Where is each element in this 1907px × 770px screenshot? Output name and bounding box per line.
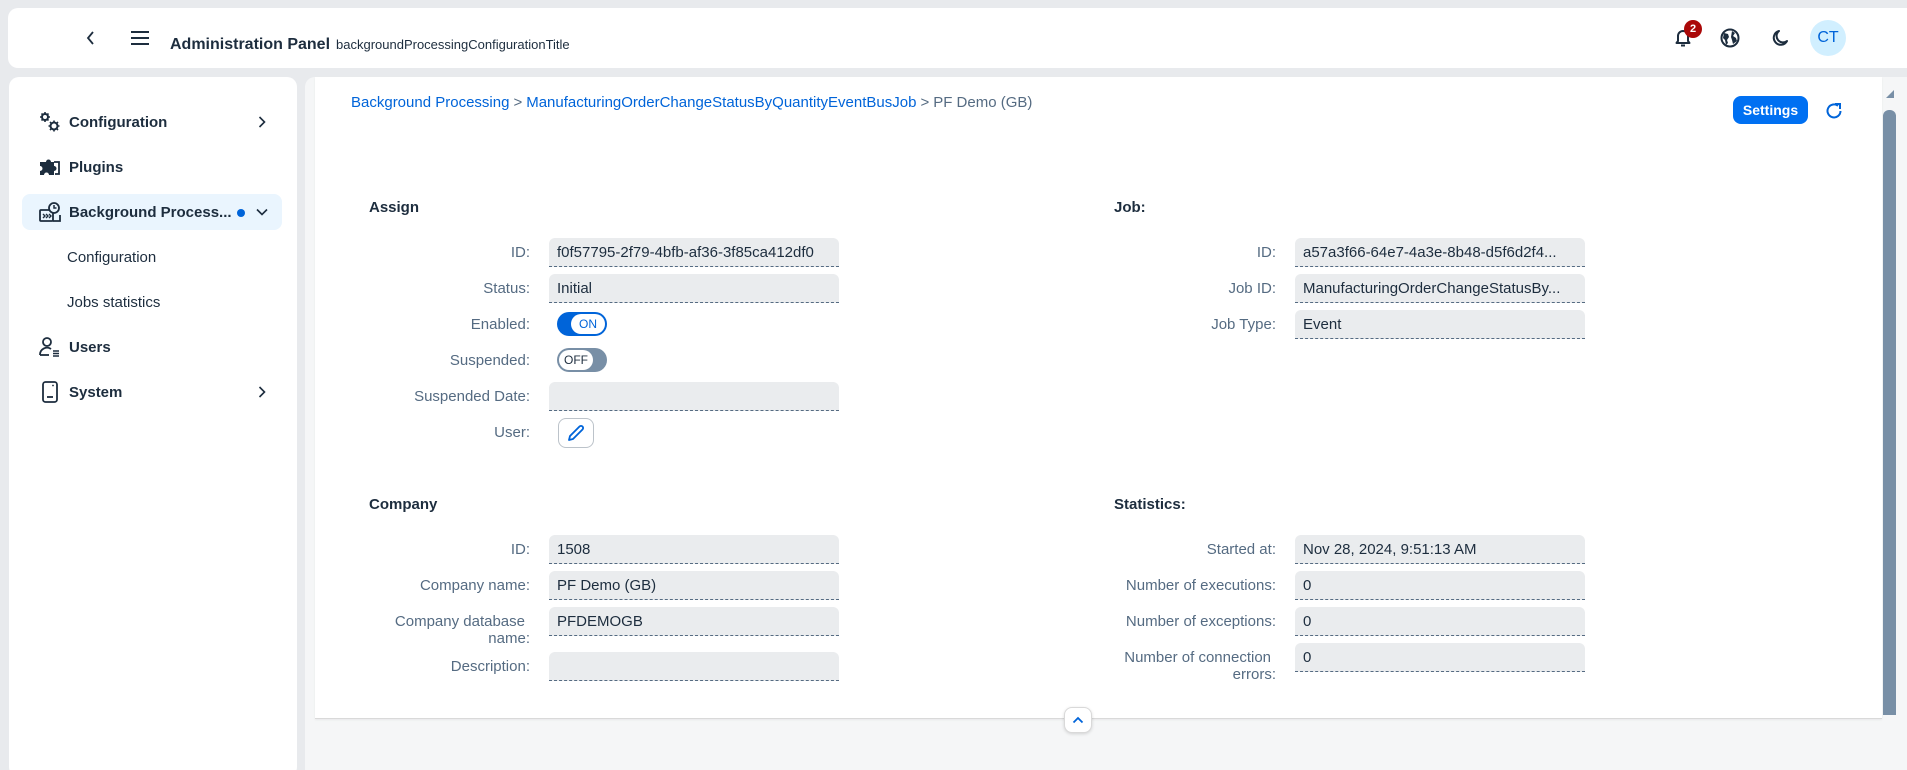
started-at-field[interactable]: Nov 28, 2024, 9:51:13 AM: [1295, 535, 1585, 564]
device-icon: [38, 380, 62, 404]
sidebar-subitem-configuration[interactable]: Configuration: [22, 239, 282, 275]
refresh-icon: [1826, 103, 1842, 119]
company-id-label: ID:: [510, 541, 530, 558]
sidebar-item-background-processing[interactable]: Background Process...: [22, 194, 282, 230]
settings-button[interactable]: Settings: [1733, 96, 1808, 124]
sidebar-item-plugins[interactable]: Plugins: [22, 149, 282, 185]
pencil-icon: [568, 425, 584, 441]
active-indicator-dot: [237, 209, 245, 217]
company-db-label: Company database name:: [370, 613, 530, 647]
job-jobid-field[interactable]: ManufacturingOrderChangeStatusBy...: [1295, 274, 1585, 303]
executions-field[interactable]: 0: [1295, 571, 1585, 600]
sidebar-item-label: System: [69, 383, 123, 401]
breadcrumb-link-background-processing[interactable]: Background Processing: [351, 94, 509, 111]
globe-icon: [1720, 28, 1740, 48]
chevron-down-icon: [254, 204, 270, 220]
started-at-label: Started at:: [1206, 541, 1276, 558]
assign-suspended-label: Suspended:: [449, 352, 530, 369]
sidebar-item-label: Configuration: [69, 113, 168, 131]
connection-errors-field[interactable]: 0: [1295, 643, 1585, 672]
exceptions-label: Number of exceptions:: [1125, 613, 1276, 630]
assign-status-field[interactable]: Initial: [549, 274, 839, 303]
connection-errors-label-line2: errors:: [1232, 666, 1276, 683]
assign-id-label: ID:: [510, 244, 530, 261]
notifications-button[interactable]: 2: [1666, 20, 1702, 55]
moon-icon: [1772, 30, 1788, 46]
job-section-title: Job:: [1114, 199, 1146, 216]
exceptions-field[interactable]: 0: [1295, 607, 1585, 636]
edit-user-button[interactable]: [558, 418, 594, 448]
connection-errors-label-line1: Number of connection: [1124, 649, 1271, 666]
switch-knob: OFF: [559, 350, 593, 370]
menu-button[interactable]: [129, 26, 151, 50]
company-description-field[interactable]: [549, 652, 839, 681]
company-db-label-line2: name:: [488, 630, 530, 647]
assign-suspended-date-field[interactable]: [549, 382, 839, 411]
company-name-field[interactable]: PF Demo (GB): [549, 571, 839, 600]
sidebar-item-label: Plugins: [69, 158, 124, 176]
refresh-button[interactable]: [1820, 97, 1848, 125]
sidebar-subitem-label: Jobs statistics: [67, 293, 161, 311]
scrollbar-thumb[interactable]: [1883, 110, 1896, 715]
assign-suspended-date-label: Suspended Date:: [414, 388, 530, 405]
background-processing-icon: [38, 200, 62, 224]
breadcrumb: Background Processing > ManufacturingOrder…: [351, 94, 1032, 111]
user-avatar[interactable]: CT: [1810, 20, 1846, 56]
sidebar-subitem-label: Configuration: [67, 248, 157, 266]
theme-button[interactable]: [1763, 21, 1797, 55]
sidebar-item-configuration[interactable]: Configuration: [22, 104, 282, 140]
breadcrumb-link-job[interactable]: ManufacturingOrderChangeStatusByQuantity…: [526, 94, 916, 111]
assign-id-field[interactable]: f0f57795-2f79-4bfb-af36-3f85ca412df0: [549, 238, 839, 267]
notification-badge: 2: [1684, 20, 1702, 38]
chevron-left-icon: [86, 31, 94, 45]
switch-knob: ON: [571, 314, 605, 334]
breadcrumb-separator: >: [920, 94, 930, 111]
company-section-title: Company: [369, 496, 438, 513]
sidebar-item-system[interactable]: System: [22, 374, 282, 410]
company-description-label: Description:: [450, 658, 530, 675]
company-db-label-line1: Company database: [394, 613, 525, 630]
chevron-up-icon: [1072, 716, 1084, 724]
job-jobid-label: Job ID:: [1228, 280, 1276, 297]
job-id-label: ID:: [1256, 244, 1276, 261]
company-db-field[interactable]: PFDEMOGB: [549, 607, 839, 636]
back-button[interactable]: [81, 26, 101, 50]
company-id-field[interactable]: 1508: [549, 535, 839, 564]
assign-status-label: Status:: [483, 280, 530, 297]
puzzle-icon: [38, 155, 62, 179]
sidebar: Configuration Plugins Background Process…: [9, 77, 297, 770]
gears-icon: [38, 110, 62, 134]
breadcrumb-separator: >: [513, 94, 523, 111]
assign-section-title: Assign: [369, 199, 420, 216]
users-icon: [38, 335, 62, 359]
language-button[interactable]: [1713, 21, 1747, 55]
app-title: Administration Panel: [170, 36, 331, 53]
sidebar-item-label: Users: [69, 338, 111, 356]
job-type-field[interactable]: Event: [1295, 310, 1585, 339]
chevron-right-icon: [254, 384, 270, 400]
hamburger-icon: [131, 31, 149, 45]
suspended-switch[interactable]: OFF: [557, 348, 607, 372]
assign-user-label: User:: [494, 424, 530, 441]
enabled-switch[interactable]: ON: [557, 312, 607, 336]
shell-header: Administration Panel backgroundProcessin…: [8, 8, 1907, 68]
executions-label: Number of executions:: [1125, 577, 1276, 594]
assign-enabled-label: Enabled:: [470, 316, 530, 333]
app-subtitle: backgroundProcessingConfigurationTitle: [336, 37, 570, 52]
sidebar-item-label: Background Process...: [69, 203, 232, 221]
connection-errors-label: Number of connection errors:: [1100, 649, 1276, 683]
sidebar-item-users[interactable]: Users: [22, 329, 282, 365]
collapse-header-button[interactable]: [1064, 707, 1092, 733]
breadcrumb-current: PF Demo (GB): [933, 94, 1033, 111]
scroll-up-arrow-icon[interactable]: [1886, 90, 1894, 98]
statistics-section-title: Statistics:: [1114, 496, 1186, 513]
job-id-field[interactable]: a57a3f66-64e7-4a3e-8b48-d5f6d2f4...: [1295, 238, 1585, 267]
job-type-label: Job Type:: [1211, 316, 1276, 333]
company-name-label: Company name:: [419, 577, 530, 594]
sidebar-subitem-jobs-statistics[interactable]: Jobs statistics: [22, 284, 282, 320]
chevron-right-icon: [254, 114, 270, 130]
